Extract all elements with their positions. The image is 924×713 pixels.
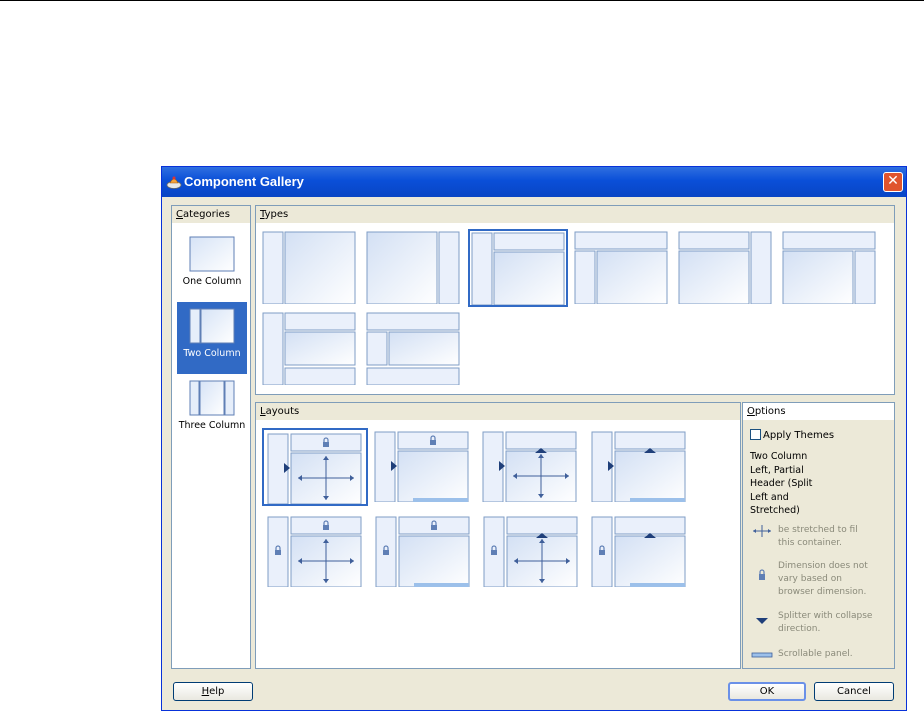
stretch-arrows-icon	[753, 525, 771, 537]
two-column-icon	[189, 308, 235, 344]
category-two-column[interactable]: Two Column	[177, 302, 247, 374]
type-thumb-1[interactable]	[261, 230, 361, 308]
scroll-bar-icon	[751, 652, 773, 658]
help-button[interactable]: Help	[173, 682, 253, 701]
layout-thumb-8[interactable]	[588, 513, 694, 591]
layout-split-split-scroll-icon	[591, 431, 686, 503]
layout-locked-split-scroll-icon	[591, 516, 686, 588]
layout-description: Two Column Left, Partial Header (Split L…	[750, 451, 813, 516]
layouts-panel: Layouts	[255, 402, 741, 669]
close-button[interactable]: ✕	[883, 172, 903, 192]
component-gallery-dialog: Component Gallery ✕ Categories One Colum…	[161, 166, 907, 711]
header-main-right-column-icon	[678, 231, 772, 305]
categories-panel: Categories One Column Two Column Three C…	[171, 205, 251, 669]
one-column-icon	[189, 236, 235, 272]
layout-thumb-5[interactable]	[264, 513, 370, 591]
layout-split-split-stretched-icon	[482, 431, 577, 503]
main-right-column-icon	[366, 231, 460, 305]
category-label: Two Column	[183, 348, 241, 359]
header-left-column-main-icon	[574, 231, 668, 305]
layout-locked-split-stretched-icon	[483, 516, 578, 588]
checkbox-box[interactable]	[750, 429, 761, 440]
layout-split-locked-scroll-icon	[374, 431, 469, 503]
categories-header: Categories	[172, 206, 250, 223]
title-bar[interactable]: Component Gallery ✕	[162, 167, 906, 197]
type-thumb-2[interactable]	[365, 230, 465, 308]
layout-thumb-3[interactable]	[479, 428, 585, 506]
ok-button[interactable]: OK	[728, 682, 806, 701]
category-one-column[interactable]: One Column	[177, 230, 247, 302]
type-thumb-5[interactable]	[677, 230, 777, 308]
three-column-icon	[189, 380, 235, 416]
gallery-app-icon	[166, 176, 182, 189]
layouts-header: Layouts	[256, 403, 740, 420]
left-column-header-main-footer-icon	[262, 312, 356, 386]
apply-themes-label: Apply Themes	[763, 430, 835, 441]
top-border-line	[0, 0, 924, 1]
layout-thumb-2[interactable]	[371, 428, 477, 506]
layout-thumb-6[interactable]	[372, 513, 478, 591]
header-left-main-footer-icon	[366, 312, 460, 386]
header-main-right-stacked-icon	[782, 231, 876, 305]
layout-thumb-1[interactable]	[262, 428, 368, 506]
options-panel: Options Apply Themes Two Column Left, Pa…	[742, 402, 895, 669]
lock-icon	[759, 569, 765, 580]
options-header: Options	[743, 403, 894, 420]
apply-themes-checkbox[interactable]: Apply Themes	[750, 429, 834, 441]
types-panel: Types	[255, 205, 895, 395]
type-thumb-7[interactable]	[261, 311, 361, 389]
window-title: Component Gallery	[184, 174, 304, 189]
category-three-column[interactable]: Three Column	[177, 374, 247, 446]
type-thumb-4[interactable]	[573, 230, 673, 308]
layout-split-locked-stretched-icon	[267, 433, 362, 505]
splitter-arrow-icon	[756, 618, 768, 624]
left-column-main-icon	[262, 231, 356, 305]
category-label: One Column	[182, 276, 242, 287]
left-column-header-main-icon	[471, 232, 565, 306]
type-thumb-8[interactable]	[365, 311, 465, 389]
category-label: Three Column	[178, 420, 246, 431]
layout-thumb-7[interactable]	[480, 513, 586, 591]
type-thumb-6[interactable]	[781, 230, 881, 308]
types-header: Types	[256, 206, 894, 223]
layout-locked-locked-stretched-icon	[267, 516, 362, 588]
layout-locked-locked-scroll-icon	[375, 516, 470, 588]
type-thumb-3[interactable]	[468, 229, 568, 307]
cancel-button[interactable]: Cancel	[814, 682, 894, 701]
layout-thumb-4[interactable]	[588, 428, 694, 506]
